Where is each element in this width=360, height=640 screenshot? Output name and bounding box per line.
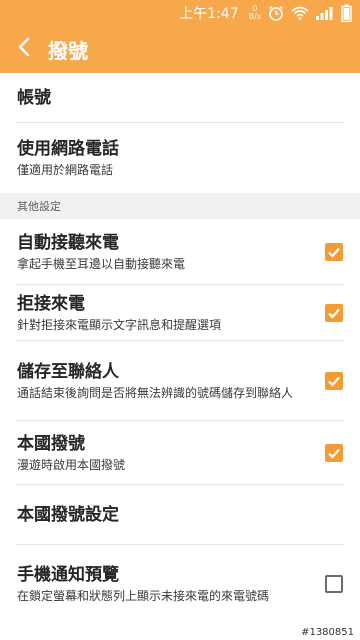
check-icon: [328, 448, 340, 459]
home-dial-checkbox[interactable]: [325, 444, 343, 462]
setting-title: 使用網路電話: [17, 138, 119, 159]
reject-call-checkbox[interactable]: [325, 304, 343, 322]
setting-auto-answer[interactable]: 自動接聽來電 拿起手機至耳邊以自動接聽來電: [0, 219, 360, 285]
setting-title: 帳號: [17, 88, 51, 108]
network-speed-unit: B/s: [248, 11, 261, 21]
setting-title: 本國撥號設定: [17, 505, 119, 525]
status-time: 上午1:47: [179, 5, 239, 22]
page-title: 撥號: [48, 38, 88, 63]
check-icon: [328, 308, 340, 319]
setting-summary: 僅適用於網路電話: [17, 162, 114, 177]
section-header-other: 其他設定: [0, 193, 360, 219]
setting-notification-preview[interactable]: 手機通知預覽 在鎖定螢幕和狀態列上顯示未接來電的來電號碼: [0, 545, 360, 623]
setting-summary: 在鎖定螢幕和狀態列上顯示未接來電的來電號碼: [17, 588, 270, 603]
notification-preview-checkbox[interactable]: [325, 575, 343, 593]
setting-title: 手機通知預覽: [17, 564, 119, 585]
wifi-icon: [291, 5, 309, 21]
setting-home-dial-settings[interactable]: 本國撥號設定: [0, 485, 360, 545]
chevron-left-icon: [17, 37, 31, 61]
back-button[interactable]: [2, 25, 46, 73]
network-speed: 0 B/s: [248, 4, 261, 21]
setting-account[interactable]: 帳號: [0, 73, 360, 123]
setting-save-contact[interactable]: 儲存至聯絡人 通話結束後詢問是否將無法辨識的號碼儲存到聯絡人: [0, 341, 360, 421]
setting-summary: 通話結束後詢問是否將無法辨識的號碼儲存到聯絡人: [17, 385, 294, 400]
setting-title: 儲存至聯絡人: [17, 361, 119, 382]
setting-title: 拒接來電: [17, 293, 85, 314]
setting-summary: 漫遊時啟用本國撥號: [17, 457, 126, 472]
battery-icon: [341, 4, 352, 22]
status-bar: 上午1:47 0 B/s: [0, 0, 360, 25]
setting-title: 自動接聽來電: [17, 232, 119, 253]
save-contact-checkbox[interactable]: [325, 372, 343, 390]
alarm-icon: [267, 4, 285, 22]
watermark: #1380851: [299, 627, 356, 638]
setting-summary: 針對拒接來電顯示文字訊息和提醒選項: [17, 317, 222, 332]
setting-reject-call[interactable]: 拒接來電 針對拒接來電顯示文字訊息和提醒選項: [0, 285, 360, 341]
auto-answer-checkbox[interactable]: [325, 243, 343, 261]
setting-home-dial[interactable]: 本國撥號 漫遊時啟用本國撥號: [0, 421, 360, 485]
check-icon: [328, 247, 340, 258]
setting-internet-call[interactable]: 使用網路電話 僅適用於網路電話: [0, 123, 360, 193]
settings-list: 帳號 使用網路電話 僅適用於網路電話 其他設定 自動接聽來電 拿起手機至耳邊以自…: [0, 73, 360, 623]
setting-summary: 拿起手機至耳邊以自動接聽來電: [17, 256, 186, 271]
signal-icon: [315, 6, 335, 20]
check-icon: [328, 376, 340, 387]
app-bar: 撥號: [0, 25, 360, 73]
setting-title: 本國撥號: [17, 433, 85, 454]
